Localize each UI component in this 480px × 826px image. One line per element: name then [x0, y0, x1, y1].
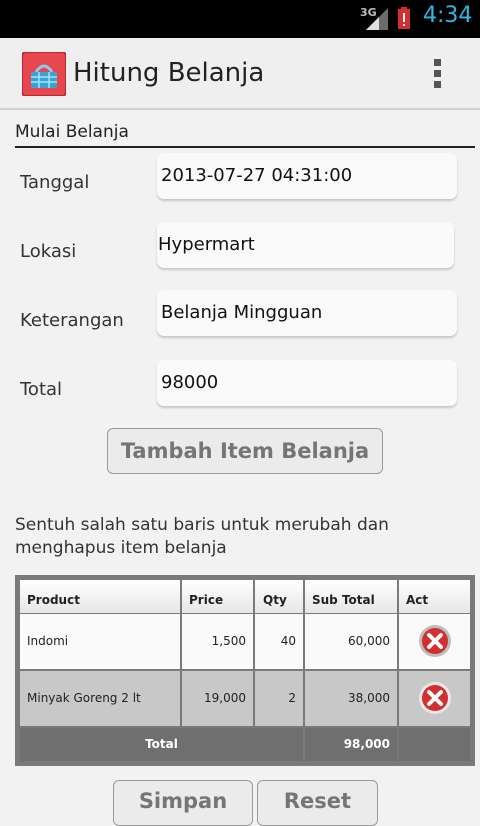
date-field[interactable]: 2013-07-27 04:31:00 [157, 153, 457, 199]
section-divider [15, 146, 475, 148]
basket-icon [22, 52, 66, 96]
battery-icon [398, 7, 410, 29]
cell-subtotal: 60,000 [305, 614, 397, 669]
date-label: Tanggal [20, 172, 90, 193]
header-qty: Qty [255, 580, 303, 613]
header-price: Price [182, 580, 253, 613]
notes-label: Keterangan [20, 310, 124, 331]
cell-product: Indomi [20, 614, 180, 669]
total-row-value: 98,000 [305, 728, 397, 761]
status-bar: 3G 4:34 [0, 0, 480, 38]
overflow-menu-icon[interactable] [426, 56, 448, 92]
cell-subtotal: 38,000 [305, 671, 397, 726]
cell-act [399, 671, 470, 726]
cell-act [399, 614, 470, 669]
delete-icon[interactable] [418, 624, 452, 658]
app-title: Hitung Belanja [73, 58, 265, 88]
save-button[interactable]: Simpan [113, 780, 253, 826]
cell-price: 19,000 [182, 671, 253, 726]
cell-product: Minyak Goreng 2 lt [20, 671, 180, 726]
header-act: Act [399, 580, 470, 613]
header-product: Product [20, 580, 180, 613]
delete-icon[interactable] [418, 681, 452, 715]
notes-field[interactable]: Belanja Mingguan [157, 290, 457, 336]
cell-qty: 40 [255, 614, 303, 669]
location-field[interactable]: Hypermart [157, 222, 454, 268]
header-subtotal: Sub Total [305, 580, 397, 613]
items-table: Product Price Qty Sub Total Act Indomi 1… [15, 575, 475, 766]
total-label: Total [20, 379, 63, 400]
hint-text: Sentuh salah satu baris untuk merubah da… [15, 515, 389, 558]
total-field[interactable]: 98000 [157, 360, 457, 406]
reset-button[interactable]: Reset [257, 780, 378, 826]
signal-icon [366, 8, 388, 30]
cell-price: 1,500 [182, 614, 253, 669]
total-row-label: Total [20, 728, 303, 761]
total-row-act [399, 728, 470, 761]
action-bar: Hitung Belanja [0, 38, 480, 110]
location-label: Lokasi [20, 241, 77, 262]
cell-qty: 2 [255, 671, 303, 726]
add-item-button[interactable]: Tambah Item Belanja [107, 428, 383, 474]
section-title: Mulai Belanja [15, 122, 129, 142]
clock: 4:34 [423, 3, 473, 28]
